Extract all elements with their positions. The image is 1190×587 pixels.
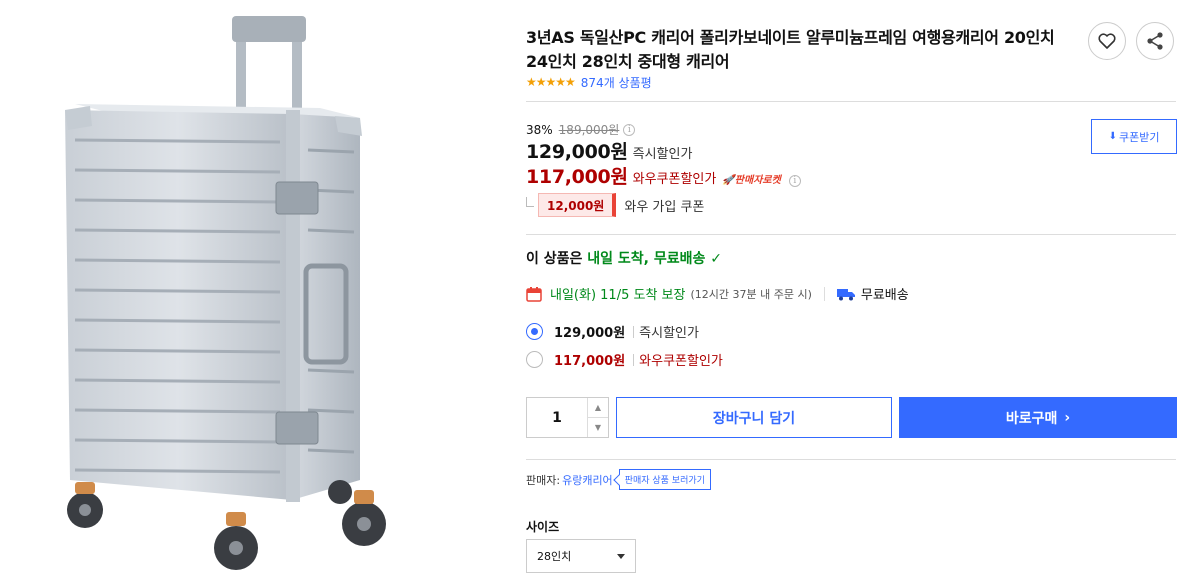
- option-label: 와우쿠폰할인가: [639, 354, 723, 369]
- original-price: 189,000원: [558, 123, 620, 137]
- shipping-label: 무료배송: [860, 288, 909, 303]
- divider: [526, 234, 1176, 235]
- heart-icon: [1098, 33, 1116, 49]
- quantity-input[interactable]: [527, 398, 587, 437]
- size-select[interactable]: 28인치: [526, 539, 636, 573]
- info-icon[interactable]: i: [788, 175, 801, 187]
- size-option-label: 사이즈: [526, 520, 560, 534]
- stepper-controls: ▲ ▼: [587, 398, 608, 437]
- price-option-wow[interactable]: 117,000원 와우쿠폰할인가: [526, 350, 723, 369]
- check-icon: ✓: [710, 251, 722, 267]
- delivery-highlight: 내일 도착, 무료배송: [587, 251, 706, 267]
- seller-row: 판매자: 유랑캐리어 판매자 상품 보러가기: [526, 469, 711, 490]
- quantity-stepper: ▲ ▼: [526, 397, 609, 438]
- buy-now-button[interactable]: 바로구매 ›: [899, 397, 1177, 438]
- delivery-detail-row: 내일(화) 11/5 도착 보장 (12시간 37분 내 주문 시) 무료배송: [526, 284, 909, 303]
- separator: [633, 353, 635, 366]
- delivery-headline: 이 상품은 내일 도착, 무료배송 ✓: [526, 248, 722, 268]
- wow-price-row: 117,000원 와우쿠폰할인가 🚀판매자로켓 i: [526, 162, 801, 189]
- separator: [633, 325, 635, 338]
- separator: [823, 286, 825, 301]
- download-icon: ⬇: [1108, 131, 1117, 142]
- seller-products-button[interactable]: 판매자 상품 보러가기: [618, 469, 711, 490]
- get-coupon-button[interactable]: ⬇ 쿠폰받기: [1091, 119, 1177, 154]
- star-rating: ★★★★★: [526, 75, 576, 89]
- divider: [526, 101, 1176, 102]
- instant-price-label: 즉시할인가: [632, 147, 693, 162]
- seller-rocket-badge: 🚀판매자로켓: [722, 175, 781, 186]
- share-icon: [1147, 32, 1163, 50]
- buy-now-label: 바로구매: [1005, 410, 1058, 427]
- coupon-tag: 12,000원: [538, 193, 617, 217]
- discount-rate: 38%: [526, 122, 553, 137]
- seller-name-link[interactable]: 유랑캐리어: [562, 472, 613, 488]
- arrival-guarantee: 내일(화) 11/5 도착 보장: [550, 288, 686, 303]
- order-cutoff: (12시간 37분 내 주문 시): [690, 287, 812, 301]
- instant-price: 129,000원: [526, 141, 628, 163]
- instant-price-row: 129,000원 즉시할인가: [526, 137, 692, 164]
- option-label: 즉시할인가: [639, 326, 699, 341]
- wow-price: 117,000원: [526, 166, 628, 188]
- caret-down-icon: [617, 553, 625, 559]
- wishlist-button[interactable]: [1088, 22, 1126, 60]
- divider: [526, 459, 1176, 460]
- get-coupon-label: 쿠폰받기: [1118, 130, 1160, 144]
- wow-price-label: 와우쿠폰할인가: [632, 172, 717, 187]
- product-title: 3년AS 독일산PC 캐리어 폴리카보네이트 알루미늄프레임 여행용캐리어 20…: [526, 28, 1055, 71]
- delivery-prefix: 이 상품은: [526, 251, 588, 267]
- size-selected-value: 28인치: [537, 550, 572, 563]
- radio-selected[interactable]: [526, 323, 543, 340]
- coupon-row: 12,000원 와우 가입 쿠폰: [526, 192, 704, 218]
- info-icon[interactable]: i: [623, 123, 636, 136]
- rating-row: ★★★★★ 874개 상품평: [526, 74, 652, 90]
- price-option-instant[interactable]: 129,000원 즉시할인가: [526, 322, 699, 341]
- radio-unselected[interactable]: [526, 351, 543, 368]
- product-info-panel: 3년AS 독일산PC 캐리어 폴리카보네이트 알루미늄프레임 여행용캐리어 20…: [526, 0, 1177, 587]
- seller-label: 판매자:: [526, 473, 561, 487]
- discount-row: 38% 189,000원 i: [526, 121, 636, 138]
- add-to-cart-button[interactable]: 장바구니 담기: [616, 397, 892, 438]
- chevron-right-icon: ›: [1064, 409, 1071, 426]
- product-image: [65, 16, 386, 570]
- increment-button[interactable]: ▲: [588, 398, 608, 417]
- option-price: 129,000원: [554, 326, 626, 341]
- truck-icon: [836, 288, 855, 300]
- share-button[interactable]: [1136, 22, 1174, 60]
- coupon-description: 와우 가입 쿠폰: [624, 199, 705, 215]
- review-count-link[interactable]: 874개 상품평: [581, 74, 652, 91]
- decrement-button[interactable]: ▼: [588, 417, 608, 437]
- option-price: 117,000원: [554, 354, 626, 369]
- calendar-icon: [526, 286, 542, 302]
- branch-line: [526, 197, 534, 207]
